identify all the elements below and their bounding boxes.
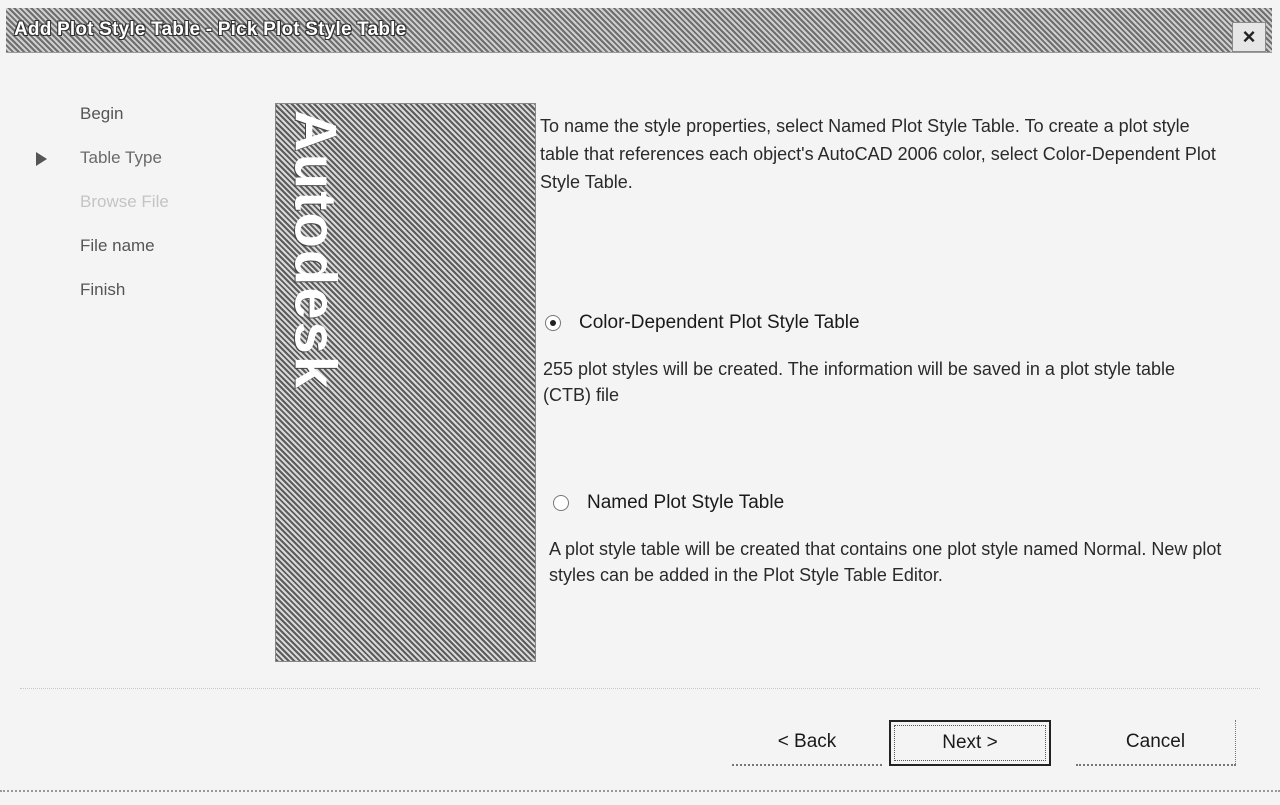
named-option[interactable]: Named Plot Style Table: [553, 492, 784, 514]
wizard-steps: Begin Table Type Browse File File name F…: [30, 98, 230, 318]
close-button[interactable]: ×: [1232, 22, 1266, 52]
step-file-name: File name: [30, 230, 230, 274]
dialog-window: Add Plot Style Table - Pick Plot Style T…: [0, 0, 1280, 805]
named-description: A plot style table will be created that …: [549, 539, 1222, 585]
step-label: Table Type: [80, 148, 162, 167]
autodesk-logo: Autodesk: [282, 109, 348, 391]
window-title: Add Plot Style Table - Pick Plot Style T…: [14, 19, 407, 40]
named-radio[interactable]: [553, 495, 569, 511]
bottom-edge: [0, 790, 1280, 792]
step-finish: Finish: [30, 274, 230, 318]
back-button[interactable]: < Back: [732, 720, 882, 766]
step-label: Browse File: [80, 192, 169, 211]
color-dependent-description: 255 plot styles will be created. The inf…: [543, 359, 1176, 405]
step-label: File name: [80, 236, 155, 255]
color-dependent-label[interactable]: Color-Dependent Plot Style Table: [579, 312, 860, 334]
title-bar[interactable]: Add Plot Style Table - Pick Plot Style T…: [6, 8, 1272, 53]
cancel-button[interactable]: Cancel: [1076, 720, 1236, 766]
current-step-arrow-icon: [36, 152, 47, 166]
step-table-type: Table Type: [30, 142, 230, 186]
divider: [20, 688, 1260, 689]
close-icon: ×: [1242, 24, 1256, 49]
step-browse-file: Browse File: [30, 186, 230, 230]
named-label[interactable]: Named Plot Style Table: [587, 492, 784, 514]
step-label: Finish: [80, 280, 126, 299]
next-button[interactable]: Next >: [889, 720, 1051, 766]
color-dependent-radio[interactable]: [545, 315, 561, 331]
step-begin: Begin: [30, 98, 230, 142]
step-label: Begin: [80, 104, 124, 123]
color-dependent-option[interactable]: Color-Dependent Plot Style Table: [545, 312, 860, 334]
intro-text: To name the style properties, select Nam…: [540, 116, 1216, 192]
